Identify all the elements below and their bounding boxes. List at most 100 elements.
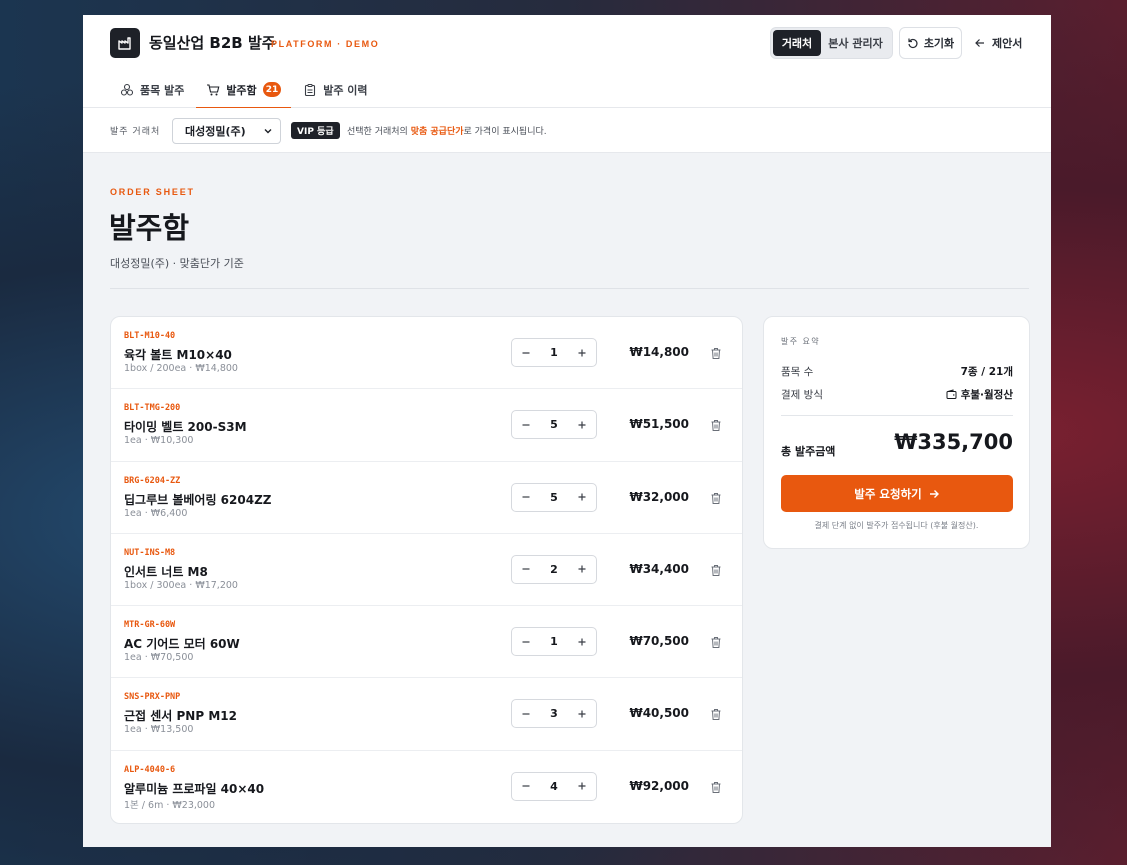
summary-divider [781, 415, 1013, 416]
proposal-label: 제안서 [992, 37, 1023, 50]
role-vendor-button[interactable]: 거래처 [773, 30, 821, 56]
minus-icon [522, 424, 530, 426]
increase-qty-button[interactable] [568, 628, 596, 655]
trash-icon[interactable] [710, 779, 722, 798]
vendor-selected: 대성정밀(주) [185, 125, 246, 138]
item-meta: 1ea · ₩10,300 [124, 435, 194, 447]
quantity-stepper: 3 [511, 699, 597, 729]
submit-order-label: 발주 요청하기 [854, 486, 922, 501]
plus-icon [578, 710, 586, 718]
vendor-select[interactable]: 대성정밀(주) [172, 118, 281, 144]
decrease-qty-button[interactable] [512, 484, 540, 511]
increase-qty-button[interactable] [568, 700, 596, 727]
submit-note: 결제 단계 없이 발주가 접수됩니다 (후불 월정산). [814, 521, 979, 530]
item-sku: BLT-M10-40 [124, 331, 176, 341]
reset-label: 초기화 [923, 37, 955, 50]
page-title: 발주함 [109, 211, 190, 245]
quantity-value[interactable]: 3 [540, 707, 568, 720]
trash-icon[interactable] [710, 490, 722, 509]
increase-qty-button[interactable] [568, 411, 596, 438]
minus-icon [522, 496, 530, 498]
item-name: 근접 센서 PNP M12 [124, 709, 237, 724]
chevron-down-icon [264, 129, 272, 134]
proposal-button[interactable]: 제안서 [974, 27, 1022, 59]
trash-icon[interactable] [710, 706, 722, 725]
boxes-icon [120, 83, 134, 96]
vendor-note: 선택한 거래처의 맞춤 공급단가로 가격이 표시됩니다. [347, 127, 547, 137]
tab-catalog[interactable]: 품목 발주 [110, 71, 194, 108]
trash-icon[interactable] [710, 562, 722, 581]
item-meta: 1ea · ₩6,400 [124, 507, 188, 519]
quantity-stepper: 5 [511, 410, 597, 440]
order-item-list: BLT-M10-40 육각 볼트 M10×40 1box / 200ea · ₩… [110, 316, 743, 825]
submit-order-button[interactable]: 발주 요청하기 [781, 475, 1013, 512]
quantity-value[interactable]: 5 [540, 418, 568, 431]
page-subtitle: 대성정밀(주) · 맞춤단가 기준 [110, 257, 244, 270]
order-item-row: NUT-INS-M8 인서트 너트 M8 1box / 300ea · ₩17,… [111, 534, 742, 607]
summary-count-row: 품목 수 7종 / 21개 [781, 364, 1013, 379]
summary-payment-row: 결제 방식 후불·월정산 [781, 387, 1013, 402]
trash-icon[interactable] [710, 417, 722, 436]
item-meta: 1본 / 6m · ₩23,000 [124, 799, 216, 811]
increase-qty-button[interactable] [568, 773, 596, 800]
divider [110, 288, 1029, 289]
role-switch: 거래처 본사 관리자 [770, 27, 893, 59]
order-item-row: BLT-TMG-200 타이밍 벨트 200-S3M 1ea · ₩10,300… [111, 389, 742, 462]
cart-count-badge: 21 [262, 82, 282, 97]
tab-catalog-label: 품목 발주 [140, 83, 185, 97]
trash-icon[interactable] [710, 634, 722, 653]
item-price: ₩70,500 [629, 634, 689, 649]
payment-value-wrap: 후불·월정산 [946, 387, 1013, 402]
tab-cart-label: 발주함 [226, 83, 257, 97]
quantity-value[interactable]: 5 [540, 491, 568, 504]
quantity-stepper: 5 [511, 482, 597, 512]
increase-qty-button[interactable] [568, 556, 596, 583]
item-price: ₩32,000 [629, 489, 689, 504]
reset-icon [908, 38, 918, 49]
item-name: 타이밍 벨트 200-S3M [124, 420, 247, 435]
brand-subtitle: PLATFORM · DEMO [271, 39, 380, 49]
increase-qty-button[interactable] [568, 484, 596, 511]
tab-cart[interactable]: 발주함 21 [196, 71, 292, 109]
decrease-qty-button[interactable] [512, 700, 540, 727]
vendor-label: 발주 거래처 [110, 127, 161, 137]
decrease-qty-button[interactable] [512, 556, 540, 583]
quantity-value[interactable]: 1 [540, 635, 568, 648]
role-admin-button[interactable]: 본사 관리자 [821, 30, 890, 56]
order-item-row: BRG-6204-ZZ 딥그루브 볼베어링 6204ZZ 1ea · ₩6,40… [111, 462, 742, 534]
brand-title: 동일산업 B2B 발주 [149, 34, 276, 52]
decrease-qty-button[interactable] [512, 773, 540, 800]
quantity-value[interactable]: 2 [540, 563, 568, 576]
tab-history[interactable]: 발주 이력 [293, 71, 377, 108]
total-label: 총 발주금액 [781, 445, 836, 458]
order-item-row: MTR-GR-60W AC 기어드 모터 60W 1ea · ₩70,500 1… [111, 606, 742, 679]
decrease-qty-button[interactable] [512, 339, 540, 366]
count-value: 7종 / 21개 [960, 366, 1013, 378]
trash-icon[interactable] [710, 345, 722, 364]
quantity-value[interactable]: 4 [540, 780, 568, 793]
quantity-stepper: 1 [511, 627, 597, 657]
item-price: ₩51,500 [629, 417, 689, 432]
minus-icon [522, 568, 530, 570]
decrease-qty-button[interactable] [512, 411, 540, 438]
payment-label: 결제 방식 [781, 389, 823, 401]
item-meta: 1ea · ₩13,500 [124, 724, 194, 736]
reset-button[interactable]: 초기화 [899, 27, 962, 59]
quantity-value[interactable]: 1 [540, 346, 568, 359]
item-name: 육각 볼트 M10×40 [124, 348, 232, 362]
item-price: ₩34,400 [629, 561, 689, 576]
plus-icon [578, 638, 586, 646]
decrease-qty-button[interactable] [512, 628, 540, 655]
item-sku: SNS-PRX-PNP [124, 692, 181, 703]
minus-icon [522, 713, 530, 715]
item-sku: MTR-GR-60W [124, 620, 176, 631]
app-window: 동일산업 B2B 발주 PLATFORM · DEMO 거래처 본사 관리자 초… [83, 15, 1051, 847]
minus-icon [522, 641, 530, 643]
section-eyebrow: ORDER SHEET [110, 187, 195, 197]
order-item-row: ALP-4040-6 알루미늄 프로파일 40×40 1본 / 6m · ₩23… [111, 751, 742, 823]
item-name: AC 기어드 모터 60W [124, 637, 240, 652]
wallet-icon [946, 389, 957, 399]
count-label: 품목 수 [781, 366, 814, 378]
quantity-stepper: 1 [511, 338, 597, 367]
increase-qty-button[interactable] [568, 339, 596, 366]
